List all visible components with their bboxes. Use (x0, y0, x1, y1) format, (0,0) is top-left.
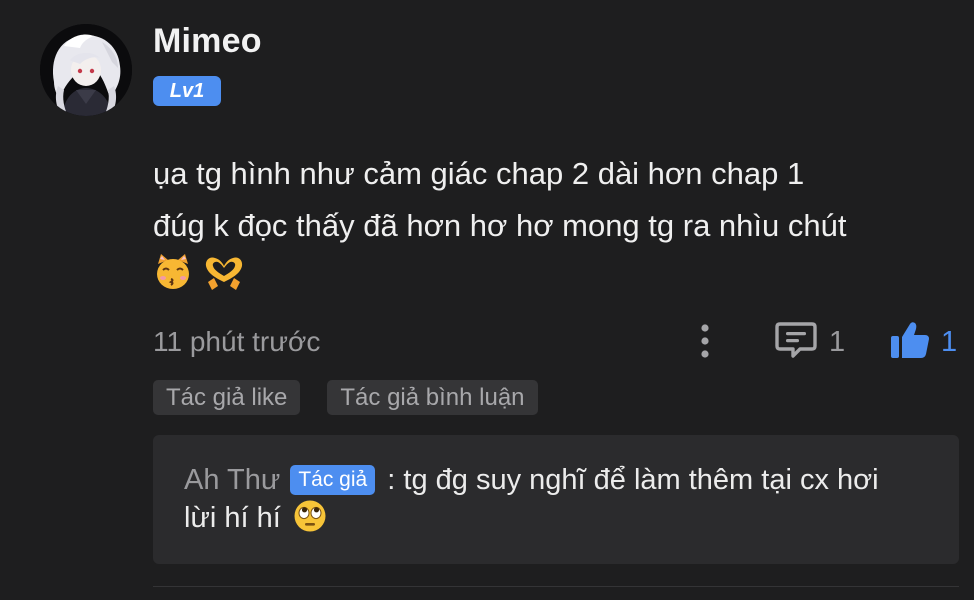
timestamp: 11 phút trước (153, 326, 321, 357)
like-button[interactable]: 1 (889, 320, 958, 365)
reply-button[interactable]: 1 (775, 321, 846, 364)
comment-text-line-2: đúg k đọc thấy đã hơn hơ hơ mong tg ra n… (153, 208, 847, 243)
comment-meta-row: 11 phút trước 1 1 (153, 320, 963, 365)
reply-separator: : (387, 464, 396, 496)
thumbs-up-icon (889, 320, 931, 365)
level-badge: Lv1 (153, 76, 221, 106)
divider (153, 586, 959, 587)
reply-author[interactable]: Ah Thư (184, 464, 280, 496)
avatar[interactable] (40, 24, 132, 116)
reply-text-line-2: lừi hí hí (184, 502, 281, 534)
comment-icon (775, 321, 817, 364)
rolling-eyes-emoji (293, 499, 327, 543)
avatar-image (40, 24, 132, 116)
tag-author-commented: Tác giả bình luận (327, 380, 538, 415)
reply-text-line-1: tg đg suy nghĩ để làm thêm tại cx hơi (403, 464, 879, 496)
more-vertical-icon[interactable] (693, 322, 717, 362)
like-count: 1 (941, 325, 958, 358)
kissing-cat-emoji (153, 252, 193, 308)
heart-hands-emoji (202, 252, 246, 308)
reply-count: 1 (829, 325, 846, 358)
comment-text-line-1: ụa tg hình như cảm giác chap 2 dài hơn c… (153, 156, 805, 191)
reply-preview[interactable]: Ah Thư Tác giả : tg đg suy nghĩ để làm t… (153, 435, 959, 564)
comment-thread: Mimeo Lv1 ụa tg hình như cảm giác chap 2… (0, 0, 974, 600)
tag-author-liked: Tác giả like (153, 380, 301, 415)
reply-content: Ah Thư Tác giả : tg đg suy nghĩ để làm t… (184, 461, 934, 543)
comment-body: ụa tg hình như cảm giác chap 2 dài hơn c… (153, 148, 968, 304)
comment-emoji-row (153, 252, 968, 304)
comment-tags: Tác giả like Tác giả bình luận (153, 380, 538, 415)
username[interactable]: Mimeo (153, 22, 262, 61)
author-badge: Tác giả (290, 465, 376, 495)
